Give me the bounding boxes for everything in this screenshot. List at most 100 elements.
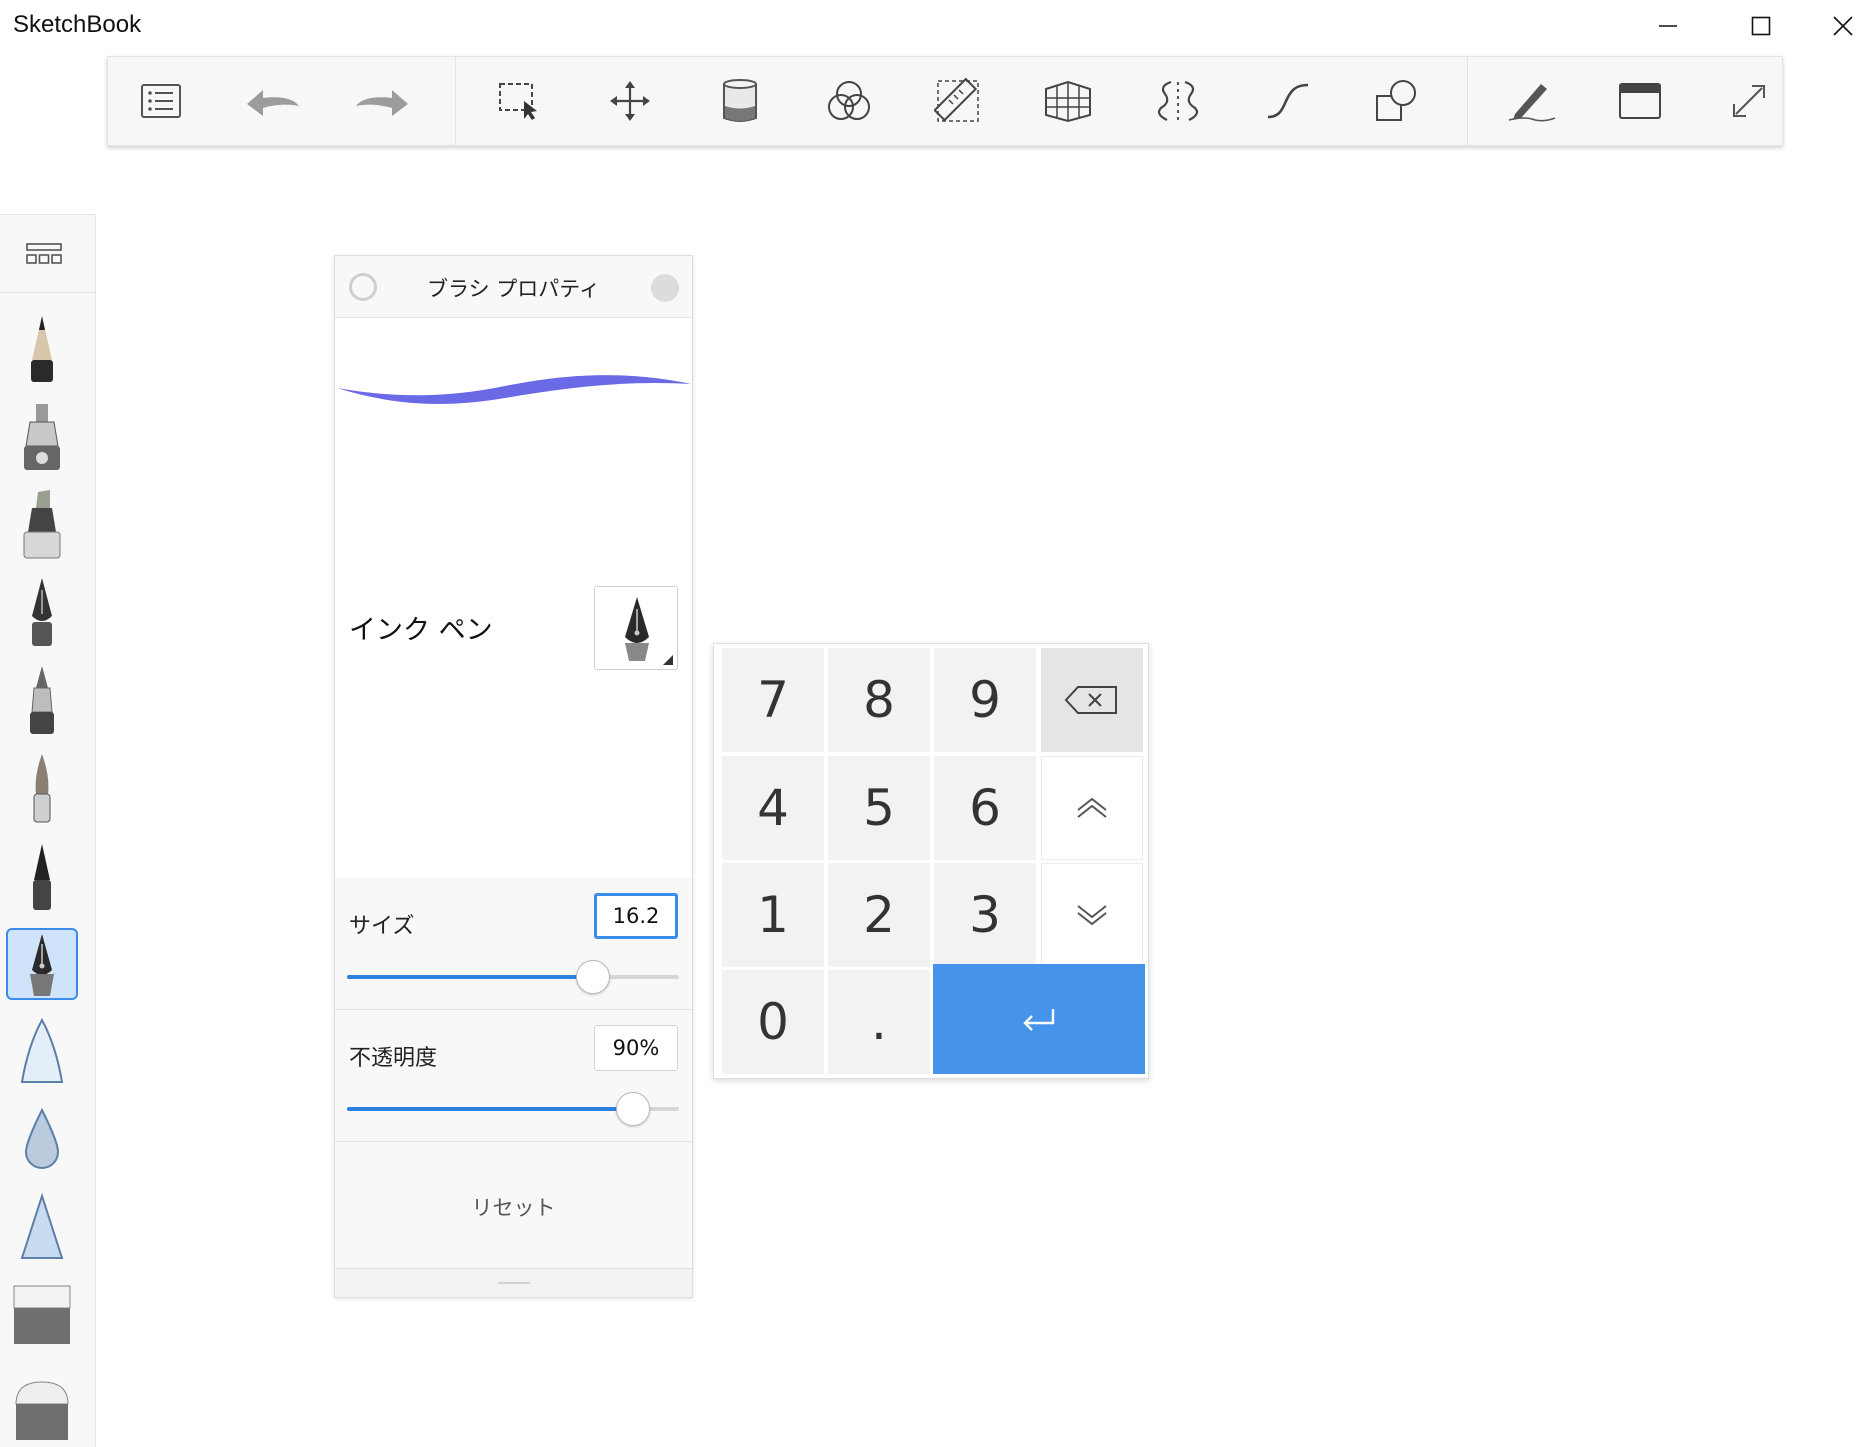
fountain-pen-brush[interactable] bbox=[6, 576, 78, 648]
window-button[interactable] bbox=[1608, 69, 1672, 133]
transform-button[interactable] bbox=[598, 69, 662, 133]
paintbrush-brush[interactable] bbox=[6, 752, 78, 824]
pen-button[interactable] bbox=[1499, 69, 1563, 133]
size-row: サイズ 16.2 bbox=[335, 878, 692, 1010]
key-0[interactable]: 0 bbox=[722, 970, 824, 1074]
color-circles-icon bbox=[828, 81, 870, 120]
brush-preview: インク ペン bbox=[335, 318, 692, 878]
key-8[interactable]: 8 bbox=[828, 648, 930, 752]
transform-icon bbox=[610, 81, 650, 121]
undo-button[interactable] bbox=[240, 69, 304, 133]
title-bar: SketchBook bbox=[0, 0, 1863, 52]
size-slider[interactable] bbox=[347, 960, 679, 994]
selection-icon bbox=[499, 83, 537, 120]
maximize-icon bbox=[1751, 16, 1771, 36]
pencil-brush[interactable] bbox=[6, 312, 78, 384]
soft-cone-brush[interactable] bbox=[6, 1016, 78, 1088]
brush-name: インク ペン bbox=[349, 615, 493, 646]
selection-button[interactable] bbox=[488, 69, 552, 133]
minimize-button[interactable] bbox=[1638, 0, 1698, 52]
ballpoint-pen-brush[interactable] bbox=[6, 664, 78, 736]
ballpoint-pen-icon bbox=[30, 666, 54, 734]
fill-button[interactable] bbox=[708, 69, 772, 133]
perspective-button[interactable] bbox=[1036, 69, 1100, 133]
water-drop-brush[interactable] bbox=[6, 1104, 78, 1176]
slider-knob[interactable] bbox=[575, 960, 610, 994]
airbrush-icon bbox=[24, 404, 60, 470]
brush-palette bbox=[0, 214, 96, 1447]
size-label: サイズ bbox=[349, 914, 415, 939]
airbrush-brush[interactable] bbox=[6, 400, 78, 472]
panel-title: ブラシ プロパティ bbox=[427, 277, 600, 301]
color-editor-button[interactable] bbox=[817, 69, 881, 133]
opacity-row: 不透明度 90% bbox=[335, 1010, 692, 1142]
chevron-up-icon bbox=[1077, 797, 1107, 818]
stroke-preview bbox=[337, 375, 691, 404]
shapes-icon bbox=[1376, 80, 1416, 121]
redo-button[interactable] bbox=[351, 69, 415, 133]
key-5[interactable]: 5 bbox=[828, 756, 930, 860]
curve-button[interactable] bbox=[1256, 69, 1320, 133]
brush-library-button[interactable] bbox=[0, 215, 96, 293]
opacity-slider[interactable] bbox=[347, 1092, 679, 1126]
marker-icon bbox=[23, 490, 61, 559]
key-9[interactable]: 9 bbox=[934, 648, 1036, 752]
undo-icon bbox=[247, 90, 299, 116]
key-1[interactable]: 1 bbox=[722, 863, 824, 967]
enter-icon bbox=[1023, 1009, 1055, 1031]
brush-library-icon bbox=[26, 243, 62, 264]
numeric-keypad: 7 8 9 4 5 6 1 2 3 0 . bbox=[713, 643, 1149, 1079]
minimize-icon bbox=[1659, 25, 1677, 27]
key-7[interactable]: 7 bbox=[722, 648, 824, 752]
marker-brush[interactable] bbox=[6, 488, 78, 560]
app-title: SketchBook bbox=[13, 11, 142, 38]
hard-cone-brush[interactable] bbox=[6, 1192, 78, 1264]
ruler-button[interactable] bbox=[926, 69, 990, 133]
enter-key[interactable] bbox=[933, 964, 1145, 1074]
backspace-icon bbox=[1064, 686, 1117, 714]
key-3[interactable]: 3 bbox=[934, 863, 1036, 967]
reset-button[interactable]: リセット bbox=[335, 1192, 692, 1222]
brush-properties-panel: ブラシ プロパティ インク ペン サイズ 16.2 不透明度 90% リセット bbox=[334, 255, 693, 1298]
ink-pen-icon bbox=[30, 934, 54, 996]
hard-eraser-brush[interactable] bbox=[6, 1368, 78, 1440]
pencil-icon bbox=[31, 316, 53, 382]
key-6[interactable]: 6 bbox=[934, 756, 1036, 860]
water-drop-icon bbox=[24, 1107, 60, 1169]
toolbar-separator bbox=[1467, 57, 1468, 145]
slider-knob[interactable] bbox=[615, 1092, 650, 1126]
felt-pen-brush[interactable] bbox=[6, 840, 78, 912]
shapes-button[interactable] bbox=[1365, 69, 1429, 133]
ruler-icon bbox=[934, 77, 979, 122]
resize-grip[interactable] bbox=[498, 1282, 530, 1284]
list-icon bbox=[141, 84, 181, 118]
paintbrush-icon bbox=[33, 754, 51, 823]
opacity-value-field[interactable]: 90% bbox=[594, 1025, 678, 1071]
decrement-key[interactable] bbox=[1041, 863, 1143, 967]
fountain-pen-icon bbox=[32, 578, 52, 646]
symmetry-button[interactable] bbox=[1146, 69, 1210, 133]
pen-stroke-icon bbox=[1508, 84, 1556, 122]
maximize-button[interactable] bbox=[1731, 0, 1791, 52]
brush-thumbnail-button[interactable] bbox=[594, 586, 678, 670]
soft-eraser-brush[interactable] bbox=[6, 1280, 78, 1352]
toolbar-separator bbox=[455, 57, 456, 145]
backspace-key[interactable] bbox=[1041, 648, 1143, 752]
close-button[interactable] bbox=[1823, 0, 1863, 52]
window-icon bbox=[1619, 83, 1661, 119]
key-2[interactable]: 2 bbox=[828, 863, 930, 967]
size-value-field[interactable]: 16.2 bbox=[594, 893, 678, 939]
close-icon bbox=[1833, 16, 1853, 36]
fullscreen-button[interactable] bbox=[1717, 69, 1781, 133]
chevron-down-icon bbox=[1077, 905, 1107, 926]
key-decimal[interactable]: . bbox=[828, 970, 930, 1074]
key-4[interactable]: 4 bbox=[722, 756, 824, 860]
opacity-label: 不透明度 bbox=[349, 1046, 438, 1071]
panel-close-button[interactable] bbox=[651, 274, 679, 302]
ink-pen-brush[interactable] bbox=[6, 928, 78, 1000]
list-button[interactable] bbox=[129, 69, 193, 133]
curve-icon bbox=[1267, 83, 1309, 119]
soft-cone-icon bbox=[20, 1017, 64, 1083]
panel-footer bbox=[335, 1268, 692, 1297]
increment-key[interactable] bbox=[1041, 756, 1143, 860]
